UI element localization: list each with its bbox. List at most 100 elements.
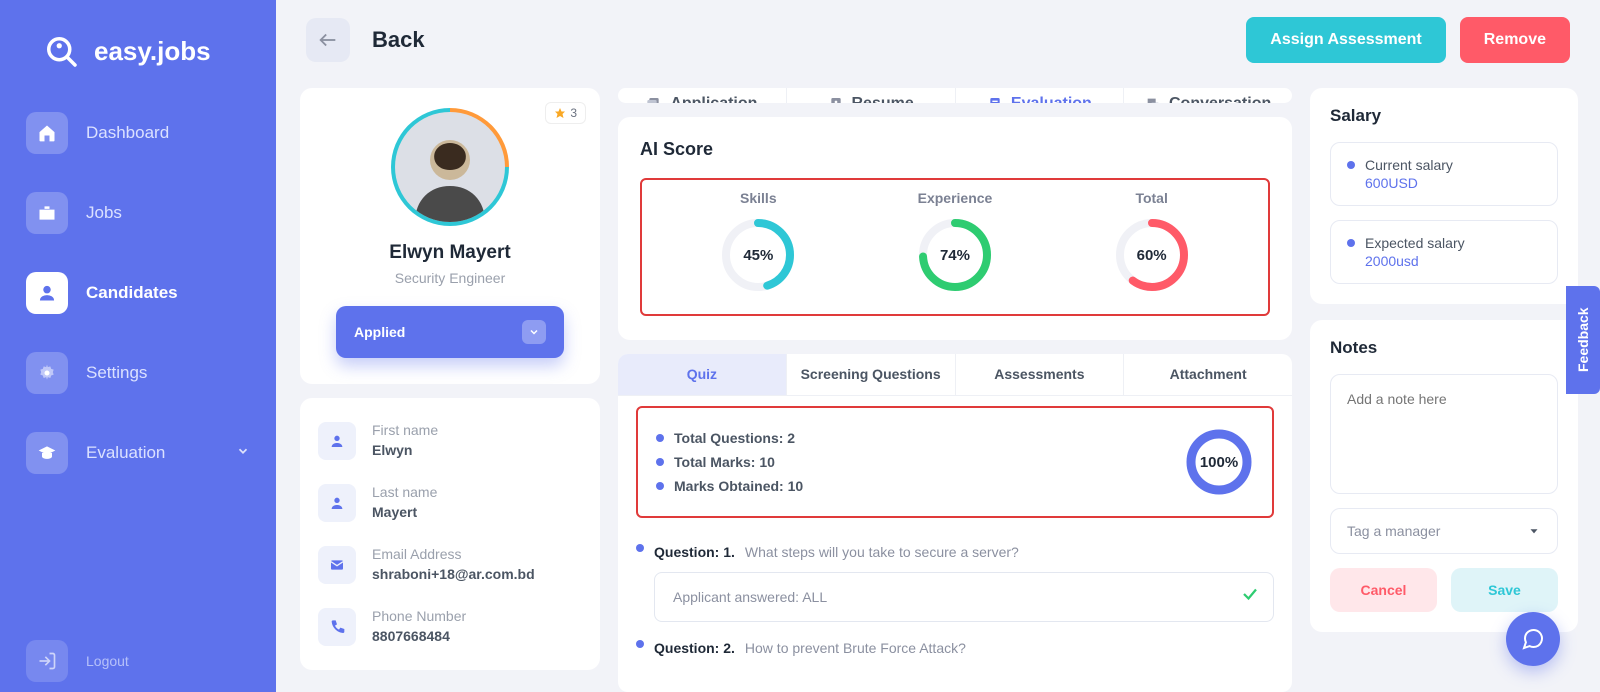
salary-card: Salary Current salary 600USD Expected sa…: [1310, 88, 1578, 304]
sidebar-item-jobs[interactable]: Jobs: [14, 182, 262, 244]
logo[interactable]: easy.jobs: [14, 20, 262, 102]
briefcase-icon: [37, 203, 57, 223]
current-salary: Current salary 600USD: [1330, 142, 1558, 206]
user-icon: [329, 495, 345, 511]
qs-text: Marks Obtained: 10: [674, 478, 803, 494]
answer-text: Applicant answered: ALL: [673, 589, 827, 605]
sidebar-item-candidates[interactable]: Candidates: [14, 262, 262, 324]
quiz-total-questions: Total Questions: 2: [656, 430, 803, 446]
quiz-pct-ring: 100%: [1184, 427, 1254, 497]
subtab-quiz[interactable]: Quiz: [618, 354, 787, 395]
tab-resume[interactable]: Resume: [787, 88, 956, 103]
notes-title: Notes: [1330, 338, 1558, 358]
field-email: Email Address shraboni+18@ar.com.bd: [318, 534, 582, 596]
note-textarea[interactable]: [1330, 374, 1558, 494]
sidebar-item-label: Settings: [86, 363, 147, 383]
score-label: Total: [1113, 190, 1191, 206]
quiz-total-marks: Total Marks: 10: [656, 454, 803, 470]
tab-label: Application: [670, 95, 757, 103]
ai-score-title: AI Score: [640, 139, 1270, 160]
field-first-name: First name Elwyn: [318, 410, 582, 472]
user-icon: [37, 283, 57, 303]
score-total: Total 60%: [1113, 190, 1191, 294]
main-tabs: Application Resume Evaluation Conversati…: [618, 88, 1292, 103]
subtab-screening[interactable]: Screening Questions: [787, 354, 956, 395]
page-title: Back: [372, 27, 425, 53]
mail-icon: [329, 557, 345, 573]
sidebar: easy.jobs Dashboard Jobs Candidates Sett…: [0, 0, 276, 692]
subtab-assessments[interactable]: Assessments: [956, 354, 1125, 395]
logo-icon: [40, 30, 82, 72]
tab-label: Conversation: [1169, 95, 1271, 103]
score-ring: 74%: [916, 216, 994, 294]
back-button[interactable]: [306, 18, 350, 62]
chevron-down-icon: [522, 320, 546, 344]
field-last-name: Last nameMayert: [318, 472, 582, 534]
tag-placeholder: Tag a manager: [1347, 523, 1440, 539]
field-value: Elwyn: [372, 442, 438, 458]
sub-tabs: Quiz Screening Questions Assessments Att…: [618, 354, 1292, 396]
header: Back Assign Assessment Remove: [276, 0, 1600, 80]
feedback-tab[interactable]: Feedback: [1566, 286, 1600, 394]
score-skills: Skills 45%: [719, 190, 797, 294]
sidebar-item-dashboard[interactable]: Dashboard: [14, 102, 262, 164]
main-content: 3 Elwyn Mayert Security Engineer Applied…: [300, 88, 1578, 692]
sal-value: 600USD: [1365, 175, 1541, 191]
star-icon: [554, 107, 566, 119]
resume-icon: [828, 96, 844, 103]
tag-manager-select[interactable]: Tag a manager: [1330, 508, 1558, 554]
quiz-marks-obtained: Marks Obtained: 10: [656, 478, 803, 494]
question-2: Question: 2.How to prevent Brute Force A…: [636, 640, 1274, 656]
status-select[interactable]: Applied: [336, 306, 564, 358]
chevron-down-icon: [1527, 524, 1541, 538]
quiz-panel: Quiz Screening Questions Assessments Att…: [618, 354, 1292, 692]
score-value: 74%: [916, 216, 994, 294]
quiz-pct: 100%: [1184, 427, 1254, 497]
score-label: Skills: [719, 190, 797, 206]
arrow-left-icon: [317, 29, 339, 51]
score-value: 60%: [1113, 216, 1191, 294]
ai-score-row: Skills 45% Experience 74% Total 60%: [640, 178, 1270, 316]
field-value: 8807668484: [372, 628, 466, 644]
score-ring: 45%: [719, 216, 797, 294]
ai-score-card: AI Score Skills 45% Experience 74% Total…: [618, 117, 1292, 340]
sidebar-item-label: Evaluation: [86, 443, 165, 463]
user-icon: [329, 433, 345, 449]
cancel-button[interactable]: Cancel: [1330, 568, 1437, 612]
field-label: Email Address: [372, 546, 535, 562]
subtab-attachment[interactable]: Attachment: [1124, 354, 1292, 395]
assign-assessment-button[interactable]: Assign Assessment: [1246, 17, 1445, 63]
sidebar-item-label: Jobs: [86, 203, 122, 223]
phone-icon: [329, 619, 345, 635]
answer-box: Applicant answered: ALL: [654, 572, 1274, 622]
avatar: [395, 112, 505, 222]
remove-button[interactable]: Remove: [1460, 17, 1570, 63]
sidebar-item-settings[interactable]: Settings: [14, 342, 262, 404]
field-label: Phone Number: [372, 608, 466, 624]
candidate-role: Security Engineer: [318, 270, 582, 286]
question-1: Question: 1.What steps will you take to …: [636, 544, 1274, 622]
tab-label: Resume: [852, 95, 914, 103]
score-experience: Experience 74%: [916, 190, 994, 294]
sidebar-item-evaluation[interactable]: Evaluation: [14, 422, 262, 484]
qs-text: Total Marks: 10: [674, 454, 775, 470]
check-icon: [1241, 585, 1259, 606]
sal-label: Expected salary: [1365, 235, 1465, 251]
field-label: First name: [372, 422, 438, 438]
sal-label: Current salary: [1365, 157, 1453, 173]
sidebar-item-label: Candidates: [86, 283, 178, 303]
tab-application[interactable]: Application: [618, 88, 787, 103]
sidebar-item-logout[interactable]: Logout: [14, 630, 141, 692]
rating-badge[interactable]: 3: [545, 102, 586, 124]
gear-icon: [37, 363, 57, 383]
q-num: Question: 1.: [654, 544, 735, 560]
save-button[interactable]: Save: [1451, 568, 1558, 612]
field-value: shraboni+18@ar.com.bd: [372, 566, 535, 582]
q-num: Question: 2.: [654, 640, 735, 656]
notes-card: Notes Tag a manager Cancel Save: [1310, 320, 1578, 632]
tab-conversation[interactable]: Conversation: [1124, 88, 1292, 103]
tab-evaluation[interactable]: Evaluation: [956, 88, 1125, 103]
chat-fab[interactable]: [1506, 612, 1560, 666]
quiz-summary: Total Questions: 2 Total Marks: 10 Marks…: [636, 406, 1274, 518]
expected-salary: Expected salary 2000usd: [1330, 220, 1558, 284]
